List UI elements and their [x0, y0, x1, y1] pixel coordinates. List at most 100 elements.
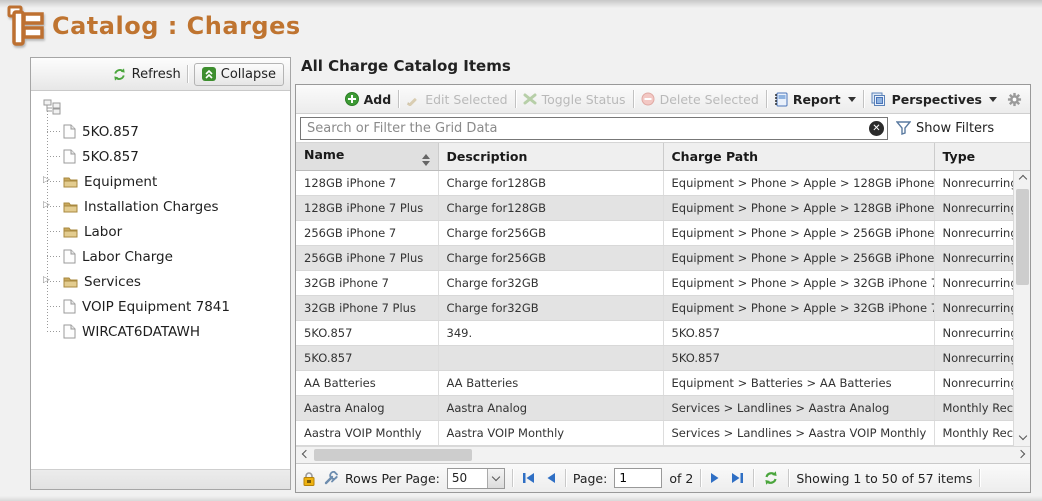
rows-per-page-select[interactable]: 50 [447, 468, 505, 489]
table-cell: Monthly Recurring [934, 396, 1013, 421]
column-header-type[interactable]: Type [934, 143, 1013, 170]
tree-item-label: VOIP Equipment 7841 [82, 299, 230, 315]
refresh-tree-button[interactable]: Refresh [112, 67, 181, 82]
table-row[interactable]: 32GB iPhone 7Charge for32GBEquipment > P… [296, 271, 1013, 296]
footer-separator [788, 469, 789, 487]
table-cell: AA Batteries [296, 371, 438, 396]
toolbar-separator [766, 90, 767, 108]
folder-icon [63, 200, 78, 213]
tree-item[interactable]: ▷Installation Charges [41, 194, 290, 219]
column-header-name[interactable]: Name [296, 143, 438, 170]
report-menu-button[interactable]: Report [774, 92, 856, 107]
table-cell: Aastra VOIP Monthly [296, 421, 438, 446]
table-cell: Nonrecurring [934, 296, 1013, 321]
table-cell: Charge for128GB [438, 196, 663, 221]
column-header-description[interactable]: Description [438, 143, 663, 170]
next-page-button[interactable] [708, 472, 722, 484]
tree-item[interactable]: 5KO.857 [41, 144, 290, 169]
charges-grid-panel: Add Edit Selected Toggle Status Delete S… [295, 84, 1031, 493]
previous-page-button[interactable] [544, 472, 558, 484]
table-cell: Nonrecurring [934, 346, 1013, 371]
document-icon [63, 324, 76, 339]
table-row[interactable]: 256GB iPhone 7Charge for256GBEquipment >… [296, 221, 1013, 246]
horizontal-scroll-thumb[interactable] [314, 449, 472, 461]
toggle-status-button[interactable]: Toggle Status [523, 92, 626, 107]
select-chevron-icon [487, 469, 504, 488]
footer-separator [753, 469, 754, 487]
table-cell: Aastra Analog [296, 396, 438, 421]
wrench-icon[interactable] [323, 471, 338, 486]
table-cell: Charge for256GB [438, 221, 663, 246]
scroll-down-icon[interactable] [1014, 429, 1031, 446]
collapse-icon [202, 67, 216, 81]
tree-item[interactable]: ▷Equipment [41, 169, 290, 194]
table-cell: 128GB iPhone 7 Plus [296, 196, 438, 221]
table-row[interactable]: 128GB iPhone 7Charge for128GBEquipment >… [296, 171, 1013, 196]
grid-search-input[interactable] [300, 117, 888, 140]
tree-item[interactable]: WIRCAT6DATAWH [41, 319, 290, 344]
table-cell: Charge for128GB [438, 171, 663, 196]
table-cell: Equipment > Phone > Apple > 32GB iPhone … [663, 296, 934, 321]
vertical-scrollbar[interactable] [1013, 171, 1030, 447]
document-icon [63, 149, 76, 164]
perspectives-menu-button[interactable]: Perspectives [871, 92, 997, 107]
column-header-charge-path[interactable]: Charge Path [663, 143, 934, 170]
clear-search-icon[interactable]: ✕ [869, 121, 884, 136]
table-row[interactable]: 256GB iPhone 7 PlusCharge for256GBEquipm… [296, 246, 1013, 271]
scroll-left-icon[interactable] [296, 447, 313, 463]
page-number-input[interactable] [614, 468, 662, 488]
table-cell: Nonrecurring [934, 196, 1013, 221]
table-row[interactable]: 5KO.8575KO.857Nonrecurring [296, 346, 1013, 371]
table-row[interactable]: Aastra VOIP MonthlyAastra VOIP MonthlySe… [296, 421, 1013, 446]
table-cell: Nonrecurring [934, 271, 1013, 296]
delete-selected-button[interactable]: Delete Selected [641, 92, 759, 107]
toolbar-separator [187, 65, 188, 83]
collapse-tree-button[interactable]: Collapse [194, 63, 284, 86]
expand-arrow-icon[interactable]: ▷ [43, 175, 50, 185]
table-row[interactable]: 5KO.857349.5KO.857Nonrecurring [296, 321, 1013, 346]
show-filters-button[interactable]: Show Filters [896, 121, 994, 136]
table-row[interactable]: Aastra AnalogAastra AnalogServices > Lan… [296, 396, 1013, 421]
grid-pagination-footer: Rows Per Page: 50 Page: of 2 [296, 463, 1030, 492]
last-page-button[interactable] [729, 472, 746, 484]
table-row[interactable]: 128GB iPhone 7 PlusCharge for128GBEquipm… [296, 196, 1013, 221]
folder-icon [63, 175, 78, 188]
footer-separator [565, 469, 566, 487]
grid-rows-viewport: 128GB iPhone 7Charge for128GBEquipment >… [296, 171, 1030, 447]
table-cell: Equipment > Phone > Apple > 128GB iPhone… [663, 196, 934, 221]
tree-connector [47, 256, 60, 257]
horizontal-scrollbar[interactable] [296, 446, 1030, 463]
table-cell: Aastra VOIP Monthly [438, 421, 663, 446]
scroll-up-icon[interactable] [1014, 171, 1031, 188]
tree-item[interactable]: 5KO.857 [41, 119, 290, 144]
table-cell: Equipment > Phone > Apple > 128GB iPhone… [663, 171, 934, 196]
table-row[interactable]: AA BatteriesAA BatteriesEquipment > Batt… [296, 371, 1013, 396]
tree-item-label: Labor Charge [82, 249, 173, 265]
document-icon [63, 249, 76, 264]
lock-icon[interactable] [302, 471, 316, 486]
scroll-right-icon[interactable] [1013, 447, 1030, 463]
grid-settings-gear-icon[interactable] [1007, 92, 1022, 107]
expand-arrow-icon[interactable]: ▷ [43, 200, 50, 210]
catalog-sidebar: Refresh Collapse 5KO.8575KO.857▷Equipmen… [30, 57, 291, 490]
first-page-button[interactable] [520, 472, 537, 484]
tree-item[interactable]: VOIP Equipment 7841 [41, 294, 290, 319]
expand-arrow-icon[interactable]: ▷ [43, 275, 50, 285]
refresh-grid-button[interactable] [761, 470, 781, 486]
page-label: Page: [573, 471, 607, 486]
table-cell: Equipment > Phone > Apple > 256GB iPhone… [663, 246, 934, 271]
tree-item[interactable]: Labor [41, 219, 290, 244]
tree-item[interactable]: Labor Charge [41, 244, 290, 269]
folder-icon [63, 275, 78, 288]
perspectives-label: Perspectives [892, 92, 982, 107]
tree-item[interactable]: ▷Services [41, 269, 290, 294]
table-cell: Equipment > Batteries > AA Batteries [663, 371, 934, 396]
vertical-scroll-thumb[interactable] [1016, 189, 1029, 285]
sidebar-toolbar: Refresh Collapse [31, 58, 290, 91]
table-row[interactable]: 32GB iPhone 7 PlusCharge for32GBEquipmen… [296, 296, 1013, 321]
table-cell: Services > Landlines > Aastra Analog [663, 396, 934, 421]
sort-arrows-icon [422, 154, 430, 166]
table-cell: 128GB iPhone 7 [296, 171, 438, 196]
add-button[interactable]: Add [345, 92, 392, 107]
edit-selected-button[interactable]: Edit Selected [406, 92, 507, 107]
